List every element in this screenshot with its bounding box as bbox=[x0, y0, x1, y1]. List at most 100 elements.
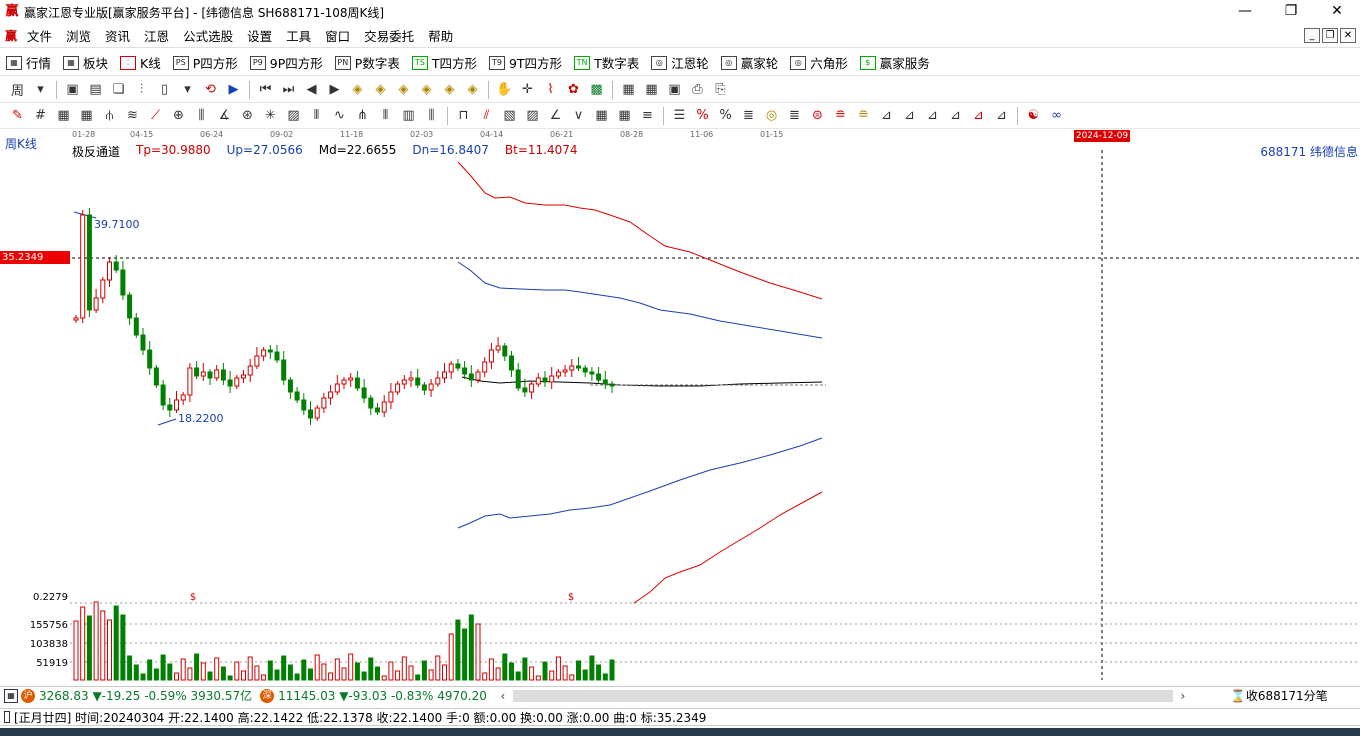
period-label[interactable]: 周K线 bbox=[5, 135, 37, 152]
cycle-icon[interactable]: ⊜ bbox=[808, 106, 828, 126]
hash-icon[interactable]: # bbox=[31, 106, 51, 126]
wave-icon[interactable]: ≋ bbox=[123, 106, 143, 126]
pattern-icon[interactable]: ▩ bbox=[587, 80, 607, 100]
yinyang-icon[interactable]: ☯ bbox=[1024, 106, 1044, 126]
bars-icon[interactable]: ⫼ bbox=[192, 106, 212, 126]
diamond-icon[interactable]: ◈ bbox=[440, 80, 460, 100]
crosshair-icon[interactable]: ✛ bbox=[518, 80, 538, 100]
infinity-icon[interactable]: ∞ bbox=[1047, 106, 1067, 126]
dropdown-arrow-icon[interactable]: ▾ bbox=[178, 80, 198, 100]
fan-icon[interactable]: ⊛ bbox=[238, 106, 258, 126]
table-icon[interactable]: ▦ bbox=[642, 80, 662, 100]
refresh-icon[interactable]: ⟲ bbox=[201, 80, 221, 100]
last-page-icon[interactable]: ⏭ bbox=[279, 80, 299, 100]
list-icon[interactable]: ☰ bbox=[670, 106, 690, 126]
column-icon[interactable]: ⫴ bbox=[307, 106, 327, 126]
print-icon[interactable]: ⎙ bbox=[688, 80, 708, 100]
tool-a-icon[interactable]: ⊿ bbox=[877, 106, 897, 126]
parallel-icon[interactable]: ⫽ bbox=[477, 106, 497, 126]
toolbar-gann-wheel-button[interactable]: ◎ 江恩轮 bbox=[645, 53, 715, 72]
save-icon[interactable]: ▣ bbox=[665, 80, 685, 100]
next-icon[interactable]: ▶ bbox=[325, 80, 345, 100]
menu-help[interactable]: 帮助 bbox=[421, 26, 460, 45]
bracket-icon[interactable]: ⊓ bbox=[454, 106, 474, 126]
layers-icon[interactable]: ≣ bbox=[739, 106, 759, 126]
toolbar-9p-square-button[interactable]: P9 9P四方形 bbox=[244, 53, 329, 72]
gold-icon[interactable]: ≘ bbox=[854, 106, 874, 126]
layout-icon[interactable]: ▣ bbox=[63, 80, 83, 100]
hand-icon[interactable]: ✋ bbox=[495, 80, 515, 100]
lines-icon[interactable]: ≡ bbox=[638, 106, 658, 126]
ticker-scrollbar[interactable]: ‹ › bbox=[495, 689, 1191, 703]
scroll-right-icon[interactable]: › bbox=[1175, 689, 1191, 703]
menu-file[interactable]: 文件 bbox=[20, 26, 59, 45]
prev-icon[interactable]: ◀ bbox=[302, 80, 322, 100]
close-icon[interactable]: ✕ bbox=[1314, 0, 1360, 24]
tool-c-icon[interactable]: ⊿ bbox=[923, 106, 943, 126]
export-icon[interactable]: ⎘ bbox=[711, 80, 731, 100]
target-icon[interactable]: ◎ bbox=[762, 106, 782, 126]
first-page-icon[interactable]: ⏮ bbox=[256, 80, 276, 100]
diamond-icon[interactable]: ◈ bbox=[463, 80, 483, 100]
barcode-icon[interactable]: ⦀ bbox=[376, 106, 396, 126]
value-icon[interactable]: ▯ bbox=[155, 80, 175, 100]
angle-icon[interactable]: ∡ bbox=[215, 106, 235, 126]
menu-logo-icon[interactable]: 赢 bbox=[2, 27, 20, 44]
toolbar-9t-square-button[interactable]: T9 9T四方形 bbox=[483, 53, 568, 72]
scroll-track[interactable] bbox=[512, 689, 1173, 702]
grid-icon[interactable]: ▦ bbox=[77, 106, 97, 126]
scroll-left-icon[interactable]: ‹ bbox=[495, 689, 511, 703]
history-icon[interactable]: ⫶ bbox=[132, 80, 152, 100]
fork-icon[interactable]: ⫛ bbox=[100, 106, 120, 126]
menu-trade[interactable]: 交易委托 bbox=[357, 26, 421, 45]
period-select[interactable]: 周 bbox=[8, 80, 28, 100]
table-icon[interactable]: ▦ bbox=[592, 106, 612, 126]
matrix-icon[interactable]: ▦ bbox=[615, 106, 635, 126]
toolbar-hexagon-button[interactable]: ◎ 六角形 bbox=[784, 53, 854, 72]
shelf-icon[interactable]: ▥ bbox=[399, 106, 419, 126]
comb-icon[interactable]: ⋔ bbox=[353, 106, 373, 126]
page-icon[interactable]: ▤ bbox=[86, 80, 106, 100]
tick-link[interactable]: ⌛ 收688171分笔 bbox=[1231, 687, 1328, 704]
menu-window[interactable]: 窗口 bbox=[318, 26, 357, 45]
menu-browse[interactable]: 浏览 bbox=[59, 26, 98, 45]
toolbar-p-number-button[interactable]: PN P数字表 bbox=[329, 53, 406, 72]
toolbar-service-button[interactable]: $ 赢家服务 bbox=[854, 53, 936, 72]
diamond-icon[interactable]: ◈ bbox=[371, 80, 391, 100]
sinewave-icon[interactable]: ∿ bbox=[330, 106, 350, 126]
grid-icon[interactable]: ▦ bbox=[54, 106, 74, 126]
tool-f-icon[interactable]: ⊿ bbox=[992, 106, 1012, 126]
mdi-restore-icon[interactable]: ❐ bbox=[1322, 28, 1338, 43]
color-chart-icon[interactable]: ▶ bbox=[224, 80, 244, 100]
toolbar-sector-button[interactable]: ▦ 板块 bbox=[57, 53, 114, 72]
ruler-icon[interactable]: ⟋ bbox=[146, 106, 166, 126]
minimize-icon[interactable]: — bbox=[1222, 0, 1268, 24]
tool-b-icon[interactable]: ⊿ bbox=[900, 106, 920, 126]
mdi-minimize-icon[interactable]: _ bbox=[1304, 28, 1320, 43]
toolbar-winner-wheel-button[interactable]: ◎ 赢家轮 bbox=[715, 53, 785, 72]
toolbar-quotes-button[interactable]: ▦ 行情 bbox=[0, 53, 57, 72]
channel-icon[interactable]: ▧ bbox=[500, 106, 520, 126]
menu-gann[interactable]: 江恩 bbox=[137, 26, 176, 45]
restore-icon[interactable]: ❐ bbox=[1268, 0, 1314, 24]
diamond-icon[interactable]: ◈ bbox=[417, 80, 437, 100]
slope-icon[interactable]: ∠ bbox=[546, 106, 566, 126]
menu-settings[interactable]: 设置 bbox=[240, 26, 279, 45]
gift-icon[interactable]: ✿ bbox=[564, 80, 584, 100]
tool-e-icon[interactable]: ⊿ bbox=[969, 106, 989, 126]
toolbar-t-number-button[interactable]: TN T数字表 bbox=[568, 53, 645, 72]
zigzag-icon[interactable]: ⌇ bbox=[541, 80, 561, 100]
hatch-icon[interactable]: ▨ bbox=[523, 106, 543, 126]
toolbar-kline-button[interactable]: ⫶ K线 bbox=[114, 53, 167, 72]
pillars-icon[interactable]: ⫼ bbox=[422, 106, 442, 126]
calendar-icon[interactable]: ▦ bbox=[619, 80, 639, 100]
box-icon[interactable]: ▨ bbox=[284, 106, 304, 126]
menu-tools[interactable]: 工具 bbox=[279, 26, 318, 45]
menu-info[interactable]: 资讯 bbox=[98, 26, 137, 45]
dropdown-arrow-icon[interactable]: ▾ bbox=[31, 80, 51, 100]
panel-handle-icon[interactable] bbox=[4, 711, 10, 723]
vline-icon[interactable]: ∨ bbox=[569, 106, 589, 126]
percent-curve-icon[interactable]: % bbox=[693, 106, 713, 126]
indicator-name[interactable]: 极反通道 bbox=[72, 143, 120, 160]
diamond-icon[interactable]: ◈ bbox=[394, 80, 414, 100]
